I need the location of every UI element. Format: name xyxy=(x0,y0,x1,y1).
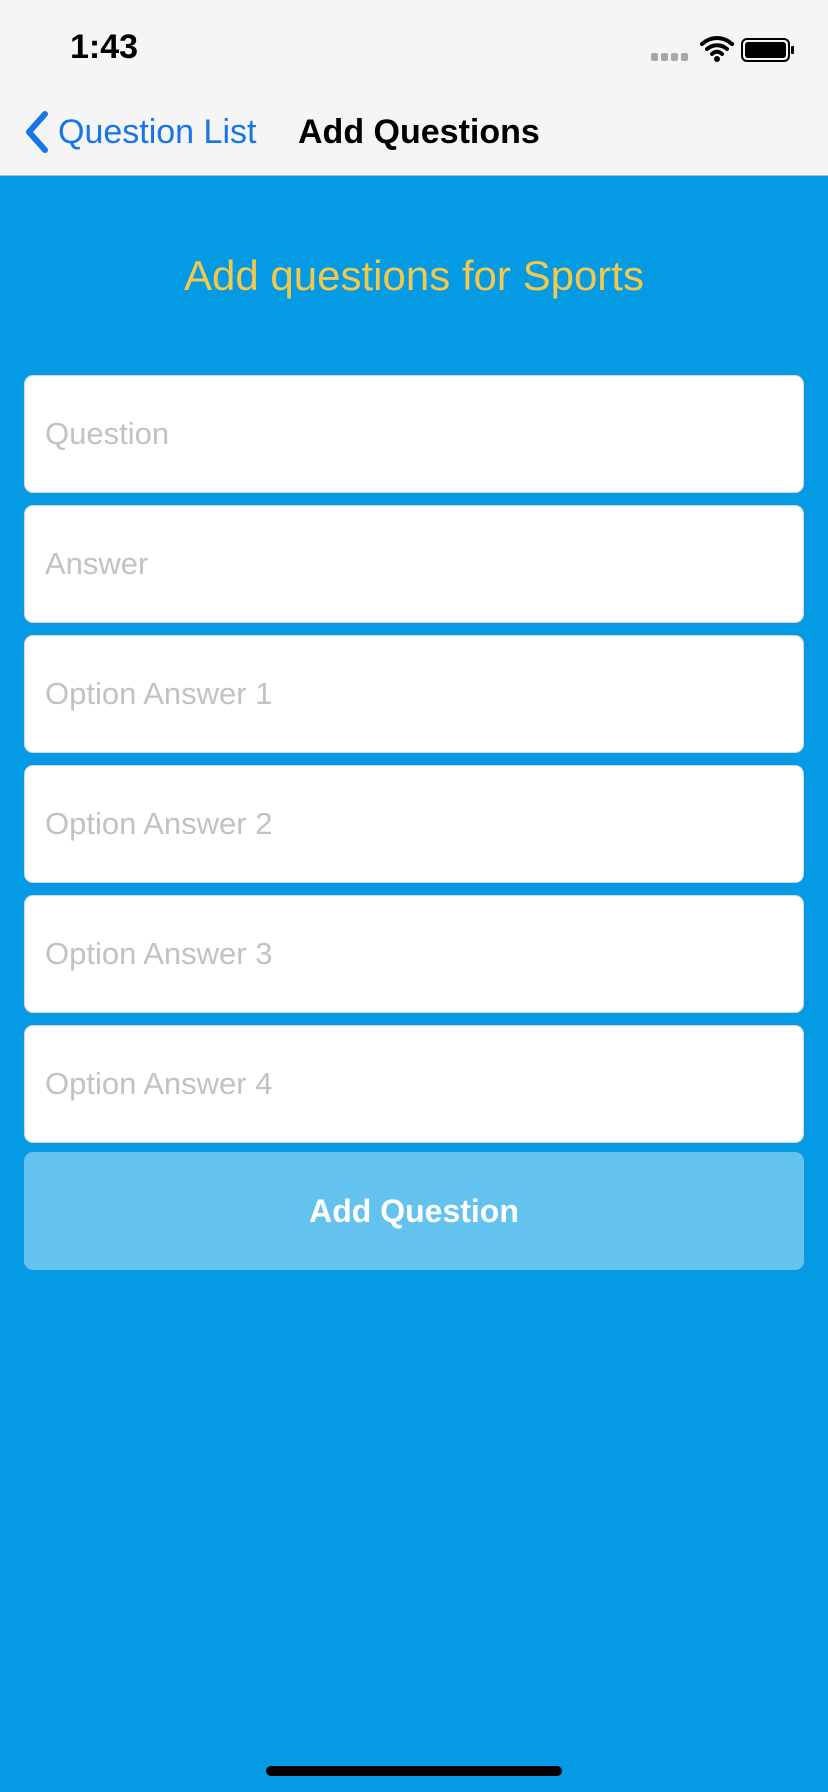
option-answer-1-input[interactable] xyxy=(24,635,804,753)
wifi-icon xyxy=(700,36,734,62)
option-answer-3-input[interactable] xyxy=(24,895,804,1013)
add-question-button[interactable]: Add Question xyxy=(24,1152,804,1270)
top-bar: 1:43 Question List Add Questions xyxy=(0,0,828,176)
chevron-left-icon xyxy=(26,111,48,153)
status-time: 1:43 xyxy=(70,28,139,66)
answer-input[interactable] xyxy=(24,505,804,623)
option-answer-2-input[interactable] xyxy=(24,765,804,883)
question-input[interactable] xyxy=(24,375,804,493)
back-button-label: Question List xyxy=(58,113,257,151)
nav-title: Add Questions xyxy=(298,113,540,151)
battery-icon xyxy=(741,38,794,62)
back-button[interactable]: Question List xyxy=(22,108,256,156)
question-form xyxy=(24,375,804,1155)
option-answer-4-input[interactable] xyxy=(24,1025,804,1143)
cellular-signal-icon xyxy=(651,53,689,61)
page-heading: Add questions for Sports xyxy=(184,252,644,299)
home-indicator xyxy=(266,1766,562,1776)
